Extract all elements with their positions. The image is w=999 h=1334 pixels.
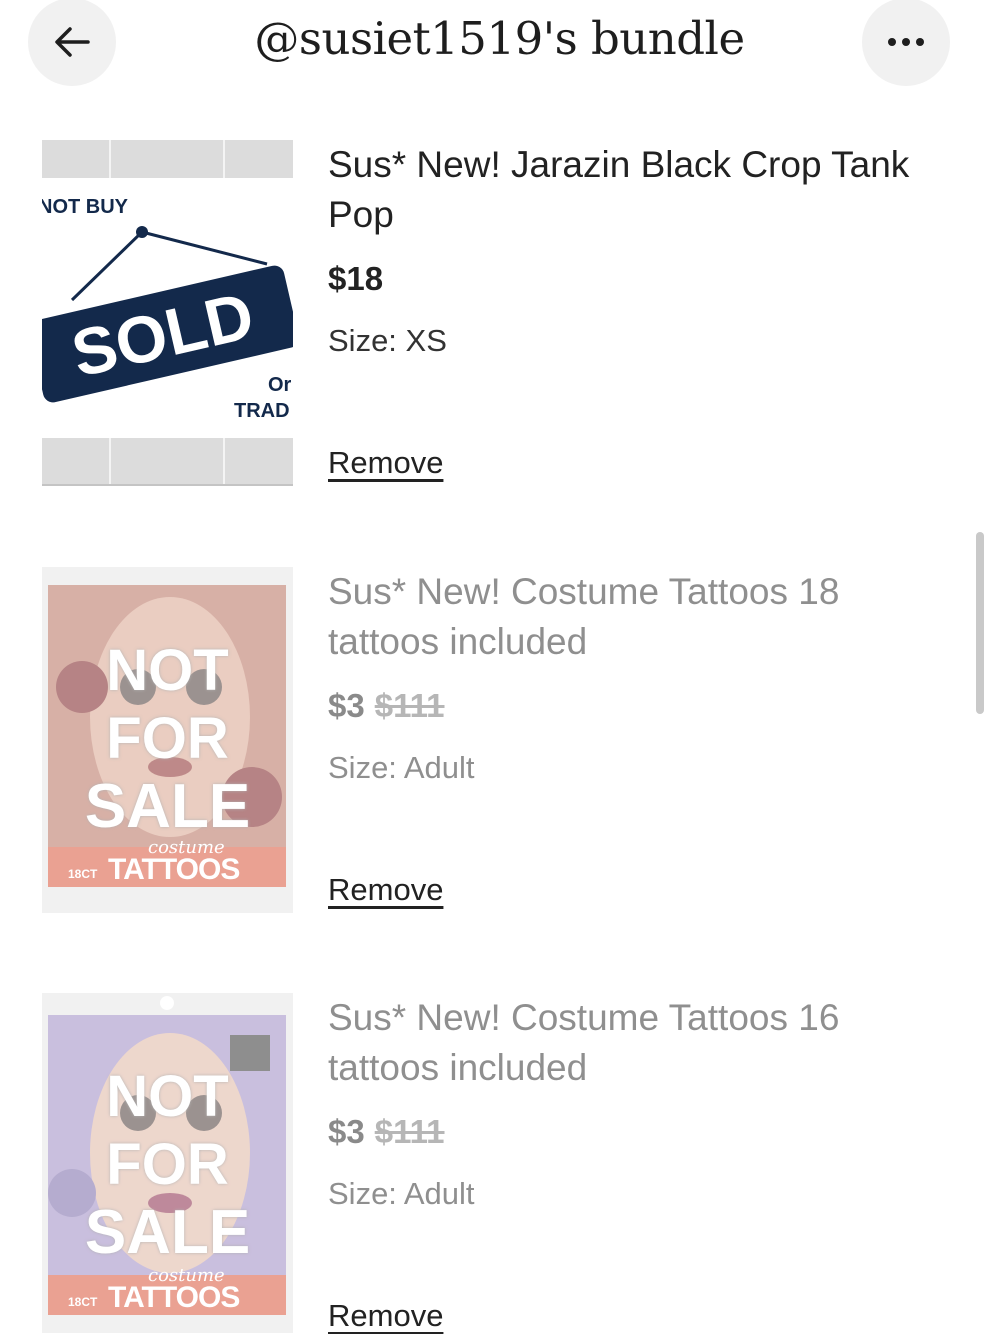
item-image[interactable]: NOT FOR SALE costume TATTOOS 18CT	[42, 993, 293, 1333]
not-for-sale-overlay: NOT FOR SALE	[42, 1063, 293, 1267]
image-top-text: NOT BUY	[42, 196, 128, 218]
header-bar: @susiet1519's bundle	[0, 0, 999, 90]
remove-button[interactable]: Remove	[328, 445, 443, 481]
remove-button[interactable]: Remove	[328, 1298, 443, 1334]
image-bottom-text-2: TRAD	[234, 400, 290, 422]
overlay-line: FOR	[106, 706, 229, 771]
bundle-item: NOT FOR SALE costume TATTOOS 18CT Sus* N…	[0, 993, 999, 1333]
remove-button[interactable]: Remove	[328, 872, 443, 908]
not-for-sale-overlay: NOT FOR SALE	[42, 637, 293, 841]
image-bottom-text-1: Or	[268, 374, 292, 396]
item-size: Size: Adult	[328, 1176, 475, 1211]
item-title[interactable]: Sus* New! Jarazin Black Crop Tank Pop	[328, 140, 948, 240]
item-image[interactable]: SOLD NOT BUY Or TRAD	[42, 140, 293, 486]
item-price: $3 $111	[328, 1113, 445, 1151]
item-title[interactable]: Sus* New! Costume Tattoos 18 tattoos inc…	[328, 567, 948, 667]
package-count: 18CT	[68, 1295, 98, 1309]
item-price: $3 $111	[328, 687, 445, 725]
original-price: $111	[374, 1113, 445, 1150]
page-title: @susiet1519's bundle	[254, 12, 745, 65]
overlay-line: SALE	[84, 1198, 251, 1267]
package-brand: TATTOOS	[108, 853, 240, 886]
original-price: $111	[374, 687, 445, 724]
item-price: $18	[328, 260, 383, 298]
item-size: Size: Adult	[328, 750, 475, 785]
package-count: 18CT	[68, 867, 98, 881]
current-price: $3	[328, 687, 365, 724]
bundle-item: SOLD NOT BUY Or TRAD Sus* New! Jarazin B…	[0, 140, 999, 490]
overlay-line: FOR	[106, 1132, 229, 1197]
current-price: $3	[328, 1113, 365, 1150]
more-horizontal-icon	[888, 38, 924, 46]
current-price: $18	[328, 260, 384, 297]
sold-sign-image: SOLD	[42, 140, 293, 486]
item-title[interactable]: Sus* New! Costume Tattoos 16 tattoos inc…	[328, 993, 948, 1093]
item-image[interactable]: NOT FOR SALE costume TATTOOS 18CT	[42, 567, 293, 913]
overlay-line: NOT	[106, 1064, 229, 1129]
item-size: Size: XS	[328, 323, 447, 358]
overlay-line: NOT	[106, 638, 229, 703]
bundle-item: NOT FOR SALE costume TATTOOS 18CT Sus* N…	[0, 567, 999, 917]
package-brand: TATTOOS	[108, 1281, 240, 1314]
more-options-button[interactable]	[862, 0, 950, 86]
overlay-line: SALE	[84, 772, 251, 841]
scrollbar-thumb[interactable]	[976, 532, 984, 714]
